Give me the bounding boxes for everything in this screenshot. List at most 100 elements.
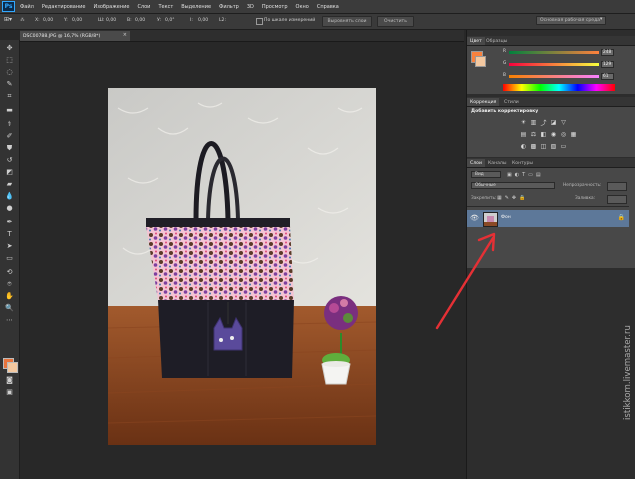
r-label: R — [503, 49, 506, 54]
eye-icon[interactable]: 👁 — [470, 214, 479, 222]
r-value[interactable]: 248 — [601, 49, 614, 56]
menu-image[interactable]: Изображение — [93, 4, 129, 10]
b-slider[interactable] — [509, 75, 599, 78]
document-tab[interactable]: DSC00788.JPG @ 16,7% (RGB/8*) × — [20, 31, 130, 41]
lasso-tool-icon[interactable]: ◌ — [4, 68, 15, 77]
y-field[interactable]: 0,00 — [72, 18, 82, 23]
layer-row-background[interactable]: 👁 Фон 🔒 — [467, 210, 629, 227]
blend-mode-select[interactable]: Обычные — [471, 182, 555, 189]
tab-channels[interactable]: Каналы — [485, 159, 509, 167]
menu-filter[interactable]: Фильтр — [219, 4, 239, 10]
blur-tool-icon[interactable]: 💧 — [4, 192, 15, 201]
photo-filter-icon[interactable]: ◉ — [550, 131, 557, 138]
menu-view[interactable]: Просмотр — [262, 4, 288, 10]
eraser-tool-icon[interactable]: ◩ — [4, 168, 15, 177]
shape-tool-icon[interactable]: ▭ — [4, 254, 15, 263]
color-spectrum-bar[interactable] — [503, 84, 615, 91]
3d-rotate-tool-icon[interactable]: ⟲ — [4, 268, 15, 277]
curves-icon[interactable]: ⤴ — [540, 119, 547, 127]
menu-window[interactable]: Окно — [296, 4, 309, 10]
layer-filter-select[interactable]: Вид — [471, 171, 501, 178]
clear-button[interactable]: Очистить — [377, 16, 414, 27]
quick-mask-icon[interactable]: ◙ — [4, 376, 15, 385]
zoom-tool-icon[interactable]: 🔍 — [4, 304, 15, 313]
invert-icon[interactable]: ◐ — [520, 143, 527, 150]
layer-filter-icons[interactable]: ▣◐T▭▤ — [507, 172, 544, 178]
crop-tool-icon[interactable]: ⌗ — [4, 92, 15, 101]
document-photo[interactable] — [108, 88, 376, 445]
marquee-tool-icon[interactable]: ⬚ — [4, 56, 15, 65]
opacity-field[interactable] — [607, 182, 627, 191]
color-balance-icon[interactable]: ⚖ — [530, 131, 537, 138]
i-field[interactable]: 0,00 — [198, 18, 208, 23]
levels-icon[interactable]: ▥ — [530, 119, 537, 126]
tools-panel: ✥ ⬚ ◌ ✎ ⌗ ▬ ⚕ ✐ ⛊ ↺ ◩ ▰ 💧 ● ✒ T ➤ ▭ ⟲ ⌾ … — [0, 40, 20, 479]
menu-help[interactable]: Справка — [317, 4, 339, 10]
tab-adjustments[interactable]: Коррекция — [467, 98, 500, 106]
menu-3d[interactable]: 3D — [247, 4, 254, 10]
pen-tool-icon[interactable]: ✒ — [4, 218, 15, 227]
divider — [467, 206, 629, 207]
exposure-icon[interactable]: ◪ — [550, 119, 557, 126]
tab-styles[interactable]: Стили — [501, 98, 522, 106]
lock-icons[interactable]: ▦✎✥🔒 — [497, 195, 528, 201]
menu-edit[interactable]: Редактирование — [42, 4, 86, 10]
tab-swatches[interactable]: Образцы — [483, 37, 510, 45]
posterize-icon[interactable]: ▩ — [530, 143, 537, 150]
threshold-icon[interactable]: ◫ — [540, 143, 547, 150]
hand-tool-icon[interactable]: ✋ — [4, 292, 15, 301]
angle-field[interactable]: 0,0° — [165, 18, 175, 23]
move-tool-icon[interactable]: ✥ — [4, 44, 15, 53]
dodge-tool-icon[interactable]: ● — [4, 204, 15, 213]
selective-color-icon[interactable]: ▧ — [550, 143, 557, 150]
transform-tool-icon[interactable]: ⊞▾ — [4, 16, 12, 23]
background-color-swatch[interactable] — [7, 362, 18, 373]
eyedropper-tool-icon[interactable]: ▬ — [4, 106, 15, 115]
tab-paths[interactable]: Контуры — [509, 159, 536, 167]
h-field[interactable]: 0,00 — [135, 18, 145, 23]
clone-stamp-tool-icon[interactable]: ⛊ — [4, 144, 15, 153]
quick-select-tool-icon[interactable]: ✎ — [4, 80, 15, 89]
workspace-select[interactable]: Основная рабочая среда — [536, 16, 606, 25]
brightness-icon[interactable]: ☀ — [520, 119, 527, 126]
g-slider[interactable] — [509, 63, 599, 66]
fill-field[interactable] — [607, 195, 627, 204]
chevron-down-icon: ▾ — [600, 17, 603, 22]
screen-mode-icon[interactable]: ▣ — [4, 388, 15, 397]
hue-saturation-icon[interactable]: ▤ — [520, 131, 527, 138]
g-value[interactable]: 129 — [601, 61, 614, 68]
scale-checkbox[interactable] — [256, 18, 263, 25]
history-brush-tool-icon[interactable]: ↺ — [4, 156, 15, 165]
menu-file[interactable]: Файл — [20, 4, 34, 10]
canvas-area[interactable] — [20, 42, 464, 479]
color-lookup-icon[interactable]: ▦ — [570, 131, 577, 138]
w-field[interactable]: 0,00 — [106, 18, 116, 23]
photoshop-logo[interactable]: Ps — [2, 1, 15, 12]
path-select-tool-icon[interactable]: ➤ — [4, 242, 15, 251]
tab-layers[interactable]: Слои — [467, 159, 485, 167]
reference-point-icon[interactable]: ⁂ — [20, 18, 25, 23]
3d-camera-tool-icon[interactable]: ⌾ — [4, 280, 15, 289]
healing-brush-tool-icon[interactable]: ⚕ — [4, 120, 15, 129]
align-layers-button[interactable]: Выровнять слои — [322, 16, 372, 27]
layer-name[interactable]: Фон — [501, 215, 511, 220]
black-white-icon[interactable]: ◧ — [540, 131, 547, 138]
background-color-swatch[interactable] — [475, 56, 486, 67]
type-tool-icon[interactable]: T — [4, 230, 15, 239]
document-tab-bar: DSC00788.JPG @ 16,7% (RGB/8*) × — [20, 30, 464, 42]
close-icon[interactable]: × — [123, 32, 127, 38]
brush-tool-icon[interactable]: ✐ — [4, 132, 15, 141]
menu-layers[interactable]: Слои — [137, 4, 150, 10]
gradient-tool-icon[interactable]: ▰ — [4, 180, 15, 189]
channel-mixer-icon[interactable]: ◎ — [560, 131, 567, 138]
more-tools-icon[interactable]: ⋯ — [4, 316, 15, 325]
menu-type[interactable]: Текст — [158, 4, 173, 10]
menu-select[interactable]: Выделение — [181, 4, 211, 10]
r-slider[interactable] — [509, 51, 599, 54]
b-value[interactable]: 61 — [601, 73, 614, 80]
options-bar: ⊞▾ ⁂ X: 0,00 Y: 0,00 Ш: 0,00 В: 0,00 У: … — [0, 14, 635, 30]
gradient-map-icon[interactable]: ▭ — [560, 143, 567, 150]
opacity-label: Непрозрачность: — [563, 183, 602, 188]
x-field[interactable]: 0,00 — [43, 18, 53, 23]
vibrance-icon[interactable]: ▽ — [560, 119, 567, 126]
